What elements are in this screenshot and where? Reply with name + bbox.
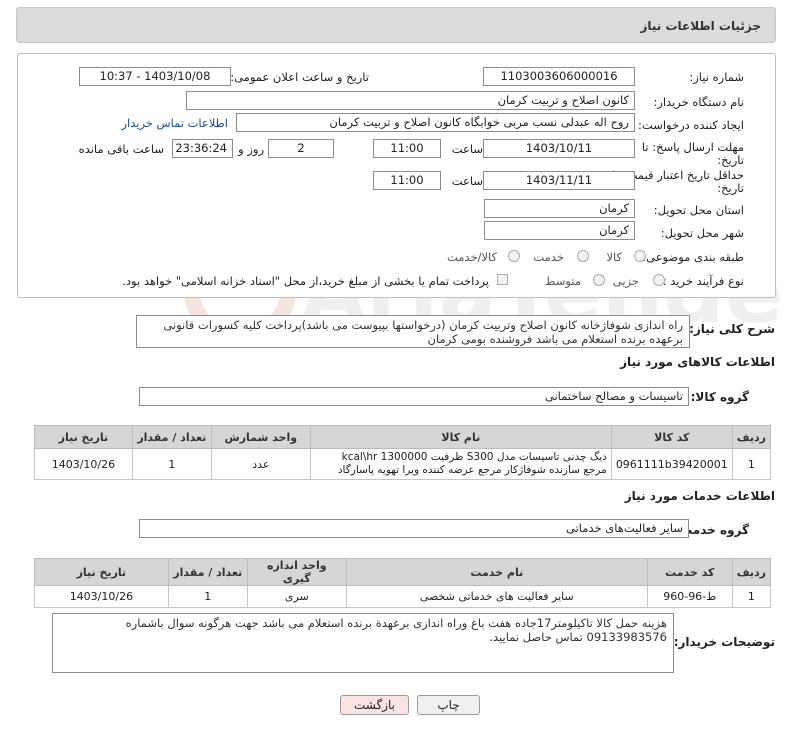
need-number-label: شماره نیاز: [689, 70, 744, 84]
category-radio-goods[interactable] [634, 250, 646, 262]
services-cell-date: 1403/10/26 [34, 585, 169, 608]
table-row[interactable]: 1 ط-96-960 سایر فعالیت های خدماتی شخصی س… [34, 585, 772, 608]
deadline-time-field[interactable]: 11:00 [373, 139, 441, 158]
buyer-org-field[interactable]: کانون اصلاح و تربیت کرمان [186, 91, 635, 110]
creator-label: ایجاد کننده درخواست: [638, 118, 744, 132]
buyer-notes-field[interactable]: هزینه حمل کالا تاکیلومتر17جاده هفت باغ و… [52, 613, 674, 673]
goods-cell-qty: 1 [131, 448, 212, 480]
services-col-name: نام خدمت [345, 558, 648, 586]
creator-field[interactable]: روح اله عبدلی نسب مربی خوابگاه کانون اصل… [236, 113, 635, 132]
goods-col-name: نام کالا [309, 425, 612, 449]
print-button[interactable]: چاپ [417, 695, 480, 715]
goods-col-qty: تعداد / مقدار [131, 425, 212, 449]
province-field[interactable]: کرمان [484, 199, 635, 218]
page-title: جزئیات اطلاعات نیاز [640, 19, 761, 33]
deadline-label-date: تاریخ: [717, 153, 744, 167]
goods-group-label: گروه کالا: [690, 390, 749, 404]
validity-date-field[interactable]: 1403/11/11 [483, 171, 635, 190]
services-cell-code: ط-96-960 [646, 585, 733, 608]
category-label: طبقه بندی موضوعی: [642, 250, 744, 264]
services-col-qty: تعداد / مقدار [167, 558, 248, 586]
process-radio-medium[interactable] [593, 274, 605, 286]
announce-date-field[interactable]: 1403/10/08 - 10:37 [79, 67, 231, 86]
deadline-label: مهلت ارسال پاسخ: تا [641, 140, 744, 154]
services-table: ردیف کد خدمت نام خدمت واحد اندازه گیری ت… [34, 558, 772, 608]
goods-cell-code: 0961111b39420001 [610, 448, 733, 480]
services-col-code: کد خدمت [646, 558, 733, 586]
validity-time-label: ساعت [451, 174, 483, 188]
back-button[interactable]: بازگشت [340, 695, 409, 715]
treasury-payment-note: پرداخت تمام یا بخشی از مبلغ خرید،از محل … [122, 274, 489, 288]
days-label: روز و [238, 142, 264, 156]
goods-table-header: ردیف کد کالا نام کالا واحد شمارش تعداد /… [34, 425, 772, 449]
treasury-payment-checkbox[interactable] [497, 274, 508, 285]
validity-time-field[interactable]: 11:00 [373, 171, 441, 190]
buyer-notes-label: توضیحات خریدار: [673, 635, 775, 649]
deadline-time-label: ساعت [451, 142, 483, 156]
services-section-title: اطلاعات خدمات مورد نیاز [624, 489, 775, 503]
category-radio-service[interactable] [577, 250, 589, 262]
city-label: شهر محل تحویل: [660, 226, 744, 240]
services-col-date: تاریخ نیاز [34, 558, 169, 586]
page-header: جزئیات اطلاعات نیاز [16, 7, 776, 43]
goods-cell-row: 1 [731, 448, 772, 480]
need-number-field[interactable]: 1103003606000016 [483, 67, 635, 86]
days-remaining-field[interactable]: 2 [268, 139, 334, 158]
services-cell-unit: سری [246, 585, 347, 608]
category-option-goods-service: کالا/خدمت [446, 250, 497, 264]
process-label: نوع فرآیند خرید : [662, 274, 744, 288]
goods-col-unit: واحد شمارش [210, 425, 311, 449]
process-radio-minor[interactable] [653, 274, 665, 286]
remaining-time-field[interactable]: 23:36:24 [172, 139, 233, 158]
services-cell-row: 1 [731, 585, 772, 608]
goods-cell-date: 1403/10/26 [34, 448, 133, 480]
buyer-org-label: نام دستگاه خریدار: [653, 95, 744, 109]
services-cell-qty: 1 [167, 585, 248, 608]
goods-cell-name: دیگ چدنی تاسیسات مدل S300 ظرفیت 1300000 … [309, 448, 612, 480]
description-field[interactable]: راه اندازی شوفاژخانه کانون اصلاح وتربیت … [136, 315, 690, 348]
province-label: استان محل تحویل: [653, 203, 744, 217]
goods-section-title: اطلاعات کالاهای مورد نیاز [620, 355, 775, 369]
goods-cell-unit: عدد [210, 448, 311, 480]
description-label: شرح کلی نیاز: [689, 322, 775, 336]
category-radio-goods-service[interactable] [508, 250, 520, 262]
services-col-row: ردیف [731, 558, 772, 586]
buyer-contact-link[interactable]: اطلاعات تماس خریدار [121, 116, 228, 130]
deadline-date-field[interactable]: 1403/10/11 [483, 139, 635, 158]
table-row[interactable]: 1 0961111b39420001 دیگ چدنی تاسیسات مدل … [34, 448, 772, 480]
remaining-time-label: ساعت باقی مانده [78, 142, 164, 156]
goods-col-row: ردیف [731, 425, 772, 449]
services-group-field[interactable]: سایر فعالیت‌های خدماتی [139, 519, 689, 538]
goods-col-code: کد کالا [610, 425, 733, 449]
validity-label-date: تاریخ: [717, 181, 744, 195]
goods-group-field[interactable]: تاسیسات و مصالح ساختمانی [139, 387, 689, 406]
process-option-minor: جزیی [612, 274, 639, 288]
services-table-header: ردیف کد خدمت نام خدمت واحد اندازه گیری ت… [34, 558, 772, 586]
process-option-medium: متوسط [544, 274, 581, 288]
announce-date-label: تاریخ و ساعت اعلان عمومی: [230, 70, 369, 84]
services-cell-name: سایر فعالیت های خدماتی شخصی [345, 585, 648, 608]
goods-table: ردیف کد کالا نام کالا واحد شمارش تعداد /… [34, 425, 772, 480]
services-col-unit: واحد اندازه گیری [246, 558, 347, 586]
category-option-goods: کالا [606, 250, 622, 264]
category-option-service: خدمت [533, 250, 564, 264]
goods-col-date: تاریخ نیاز [34, 425, 133, 449]
city-field[interactable]: کرمان [484, 221, 635, 240]
